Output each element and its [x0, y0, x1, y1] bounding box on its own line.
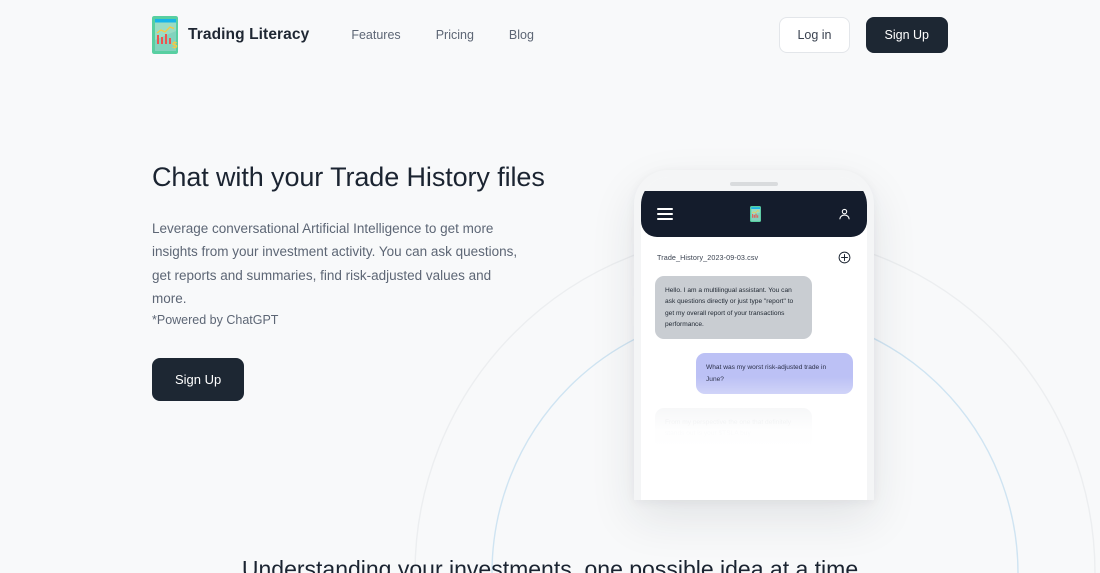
phone-silent-switch[interactable] — [631, 226, 634, 244]
nav-link-features[interactable]: Features — [351, 28, 400, 42]
signup-button[interactable]: Sign Up — [865, 16, 948, 54]
chat-message-assistant: Hello. I am a multilingual assistant. Yo… — [655, 276, 812, 340]
app-header — [641, 191, 867, 237]
hero-subtitle: Leverage conversational Artificial Intel… — [152, 221, 518, 307]
phone-status-bar — [641, 177, 867, 191]
brand-name: Trading Literacy — [188, 26, 310, 43]
login-button[interactable]: Log in — [779, 16, 850, 54]
hero-title: Chat with your Trade History files — [152, 162, 545, 192]
chat-thread: Hello. I am a multilingual assistant. Yo… — [641, 264, 867, 449]
phone-volume-up-button[interactable] — [631, 258, 634, 288]
trading-book-chart-logo-icon: $ — [152, 16, 178, 54]
uploaded-file-name: Trade_History_2023-09-03.csv — [657, 253, 759, 262]
hero-section: Chat with your Trade History files Lever… — [152, 160, 552, 402]
nav-actions: Log in Sign Up — [779, 16, 948, 54]
chat-message-assistant-faded: From my perspective the one that definit… — [655, 407, 812, 449]
phone-speaker-grille — [730, 182, 778, 186]
nav-links: Features Pricing Blog — [351, 28, 534, 42]
nav-link-blog[interactable]: Blog — [509, 28, 534, 42]
hero-signup-button[interactable]: Sign Up — [152, 358, 245, 402]
plus-circle-icon[interactable] — [838, 251, 851, 264]
phone-mockup: Trade_History_2023-09-03.csv Hello. I am… — [631, 170, 874, 500]
brand-logo-link[interactable]: $ Trading Literacy — [152, 16, 309, 54]
svg-text:$: $ — [172, 41, 178, 51]
next-section-title: Understanding your investments, one poss… — [241, 556, 859, 573]
hamburger-menu-icon[interactable] — [657, 208, 673, 220]
top-navigation-bar: $ Trading Literacy Features Pricing Blog… — [0, 0, 1100, 70]
chat-message-user: What was my worst risk-adjusted trade in… — [696, 353, 853, 394]
uploaded-file-row: Trade_History_2023-09-03.csv — [641, 237, 867, 264]
user-profile-icon[interactable] — [838, 207, 851, 221]
nav-link-pricing[interactable]: Pricing — [436, 28, 474, 42]
app-logo-icon — [750, 206, 761, 222]
hero-powered-by-note: *Powered by ChatGPT — [152, 313, 279, 328]
phone-screen: Trade_History_2023-09-03.csv Hello. I am… — [641, 177, 867, 500]
phone-volume-down-button[interactable] — [631, 296, 634, 326]
